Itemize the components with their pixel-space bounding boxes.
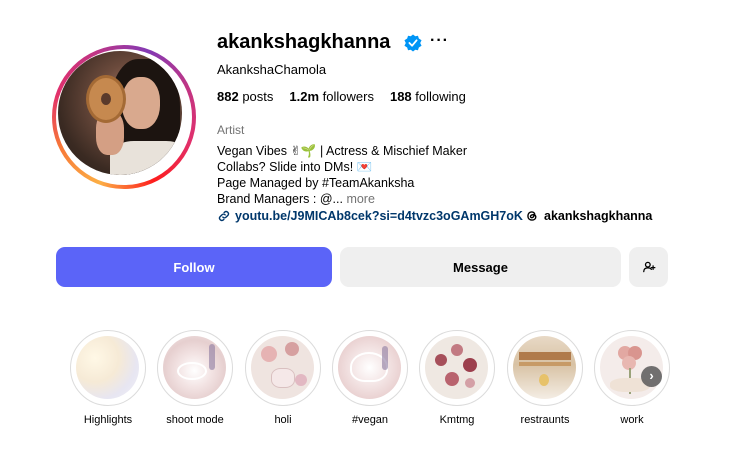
- profile-username: akankshagkhanna: [217, 31, 391, 53]
- profile-avatar[interactable]: [52, 45, 196, 189]
- highlight-label: work: [620, 414, 644, 426]
- posts-count: 882 posts: [217, 89, 274, 104]
- message-button[interactable]: Message: [340, 247, 621, 287]
- profile-bio: Vegan Vibes ✌🌱 | Actress & Mischief Make…: [217, 143, 467, 207]
- highlight-item[interactable]: holi: [245, 330, 321, 426]
- highlight-cover: [70, 330, 146, 406]
- threads-link[interactable]: akankshagkhanna: [525, 209, 652, 223]
- bio-line: Brand Managers : @... more: [217, 192, 375, 206]
- suggest-accounts-button[interactable]: [629, 247, 668, 287]
- highlight-label: holi: [274, 414, 292, 426]
- bio-line: Page Managed by #TeamAkanksha: [217, 176, 415, 190]
- highlight-cover: [419, 330, 495, 406]
- highlight-item[interactable]: restraunts: [507, 330, 583, 426]
- profile-category: Artist: [217, 123, 245, 137]
- followers-count[interactable]: 1.2m followers: [289, 89, 374, 104]
- highlight-cover: [245, 330, 321, 406]
- more-options-icon[interactable]: ···: [430, 32, 449, 50]
- highlight-label: shoot mode: [166, 414, 224, 426]
- threads-icon: [527, 211, 537, 221]
- chevron-right-icon[interactable]: ›: [641, 366, 662, 387]
- highlight-label: #vegan: [351, 414, 389, 426]
- highlight-cover: [332, 330, 408, 406]
- verified-badge-icon: [404, 34, 422, 52]
- follow-button[interactable]: Follow: [56, 247, 332, 287]
- profile-stats: 882 posts 1.2m followers 188 following: [217, 89, 466, 104]
- avatar-image: [58, 51, 182, 175]
- profile-full-name: AkankshaChamola: [217, 62, 327, 77]
- highlight-label: Kmtmg: [439, 414, 475, 426]
- link-icon: [218, 210, 230, 222]
- highlight-item[interactable]: #vegan: [332, 330, 408, 426]
- following-count[interactable]: 188 following: [390, 89, 466, 104]
- threads-handle[interactable]: akankshagkhanna: [544, 209, 652, 223]
- highlight-cover: [157, 330, 233, 406]
- highlight-item[interactable]: Highlights: [70, 330, 146, 426]
- profile-link-text[interactable]: youtu.be/J9MICAb8cek?si=d4tvzc3oGAmGH7oK: [235, 209, 523, 223]
- highlight-label: restraunts: [520, 414, 570, 426]
- bio-more-link[interactable]: more: [346, 192, 374, 206]
- highlight-item[interactable]: shoot mode: [157, 330, 233, 426]
- highlight-item[interactable]: Kmtmg: [419, 330, 495, 426]
- add-person-icon: [642, 261, 655, 273]
- highlight-cover: [507, 330, 583, 406]
- highlight-label: Highlights: [83, 414, 133, 426]
- bio-line: Vegan Vibes ✌🌱 | Actress & Mischief Make…: [217, 144, 467, 158]
- bio-line: Collabs? Slide into DMs! 💌: [217, 160, 373, 174]
- profile-link[interactable]: youtu.be/J9MICAb8cek?si=d4tvzc3oGAmGH7oK: [217, 209, 523, 223]
